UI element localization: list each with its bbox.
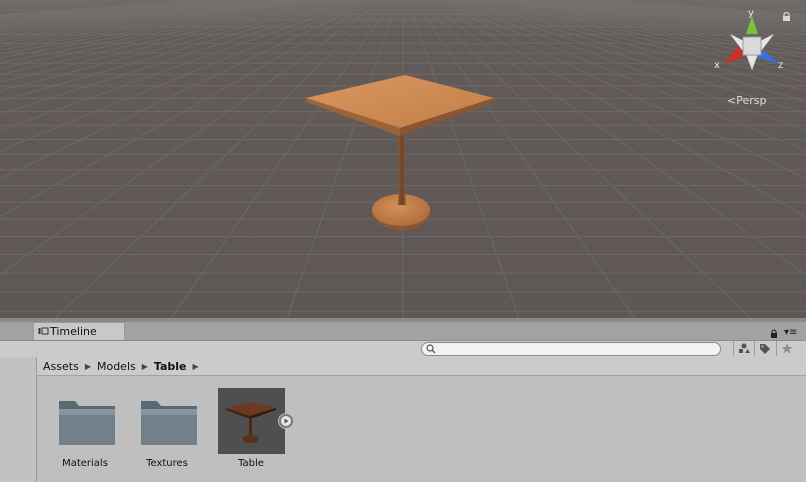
assets-panel[interactable]: Assets ▶ Models ▶ Table ▶ Materials Text…	[37, 357, 806, 482]
asset-table-model[interactable]: Table	[211, 387, 291, 477]
folder-icon	[141, 401, 197, 445]
scene-canvas[interactable]	[0, 0, 806, 318]
timeline-tab-bar: Timeline	[0, 322, 806, 341]
tab-timeline[interactable]: Timeline	[33, 322, 125, 340]
search-icon	[426, 344, 436, 354]
breadcrumb: Assets ▶ Models ▶ Table ▶	[37, 357, 806, 376]
camera-projection-toggle[interactable]: <Persp	[727, 94, 766, 107]
asset-label: Materials	[62, 458, 108, 469]
breadcrumb-arrow-icon: ▶	[84, 361, 91, 371]
tag-icon	[759, 344, 770, 354]
breadcrumb-arrow-icon: ▶	[141, 361, 148, 371]
breadcrumb-assets[interactable]: Assets	[43, 360, 79, 373]
panel-menu-icon[interactable]: ▾≡	[784, 327, 797, 338]
search-by-type-button[interactable]	[733, 341, 753, 356]
folder-tree[interactable]	[0, 357, 37, 482]
scene-view[interactable]: y x z <Persp	[0, 0, 806, 318]
timeline-icon	[38, 327, 49, 335]
favorites-button[interactable]	[776, 341, 796, 356]
lock-icon[interactable]	[782, 12, 791, 22]
y-axis-label: y	[748, 8, 754, 19]
project-toolbar	[0, 341, 806, 358]
z-axis-label: z	[778, 60, 783, 71]
search-field[interactable]	[421, 342, 721, 356]
x-axis-label: x	[714, 60, 720, 71]
tab-lock-icon[interactable]	[770, 329, 778, 338]
asset-label: Textures	[146, 458, 188, 469]
tab-timeline-label: Timeline	[50, 325, 97, 338]
asset-textures-folder[interactable]: Textures	[127, 387, 207, 477]
folder-icon	[59, 401, 115, 445]
search-by-label-button[interactable]	[754, 341, 774, 356]
chevron-left-icon: <	[727, 94, 737, 107]
asset-label: Table	[238, 458, 264, 469]
breadcrumb-table[interactable]: Table	[154, 360, 187, 373]
breadcrumb-models[interactable]: Models	[97, 360, 136, 373]
search-by-type-icon	[738, 343, 750, 353]
camera-projection-label: Persp	[736, 94, 767, 107]
breadcrumb-arrow-icon: ▶	[192, 361, 199, 371]
orientation-gizmo[interactable]: y x z	[712, 6, 784, 76]
search-input[interactable]	[438, 343, 708, 355]
asset-materials-folder[interactable]: Materials	[45, 387, 125, 477]
star-icon	[781, 343, 792, 354]
